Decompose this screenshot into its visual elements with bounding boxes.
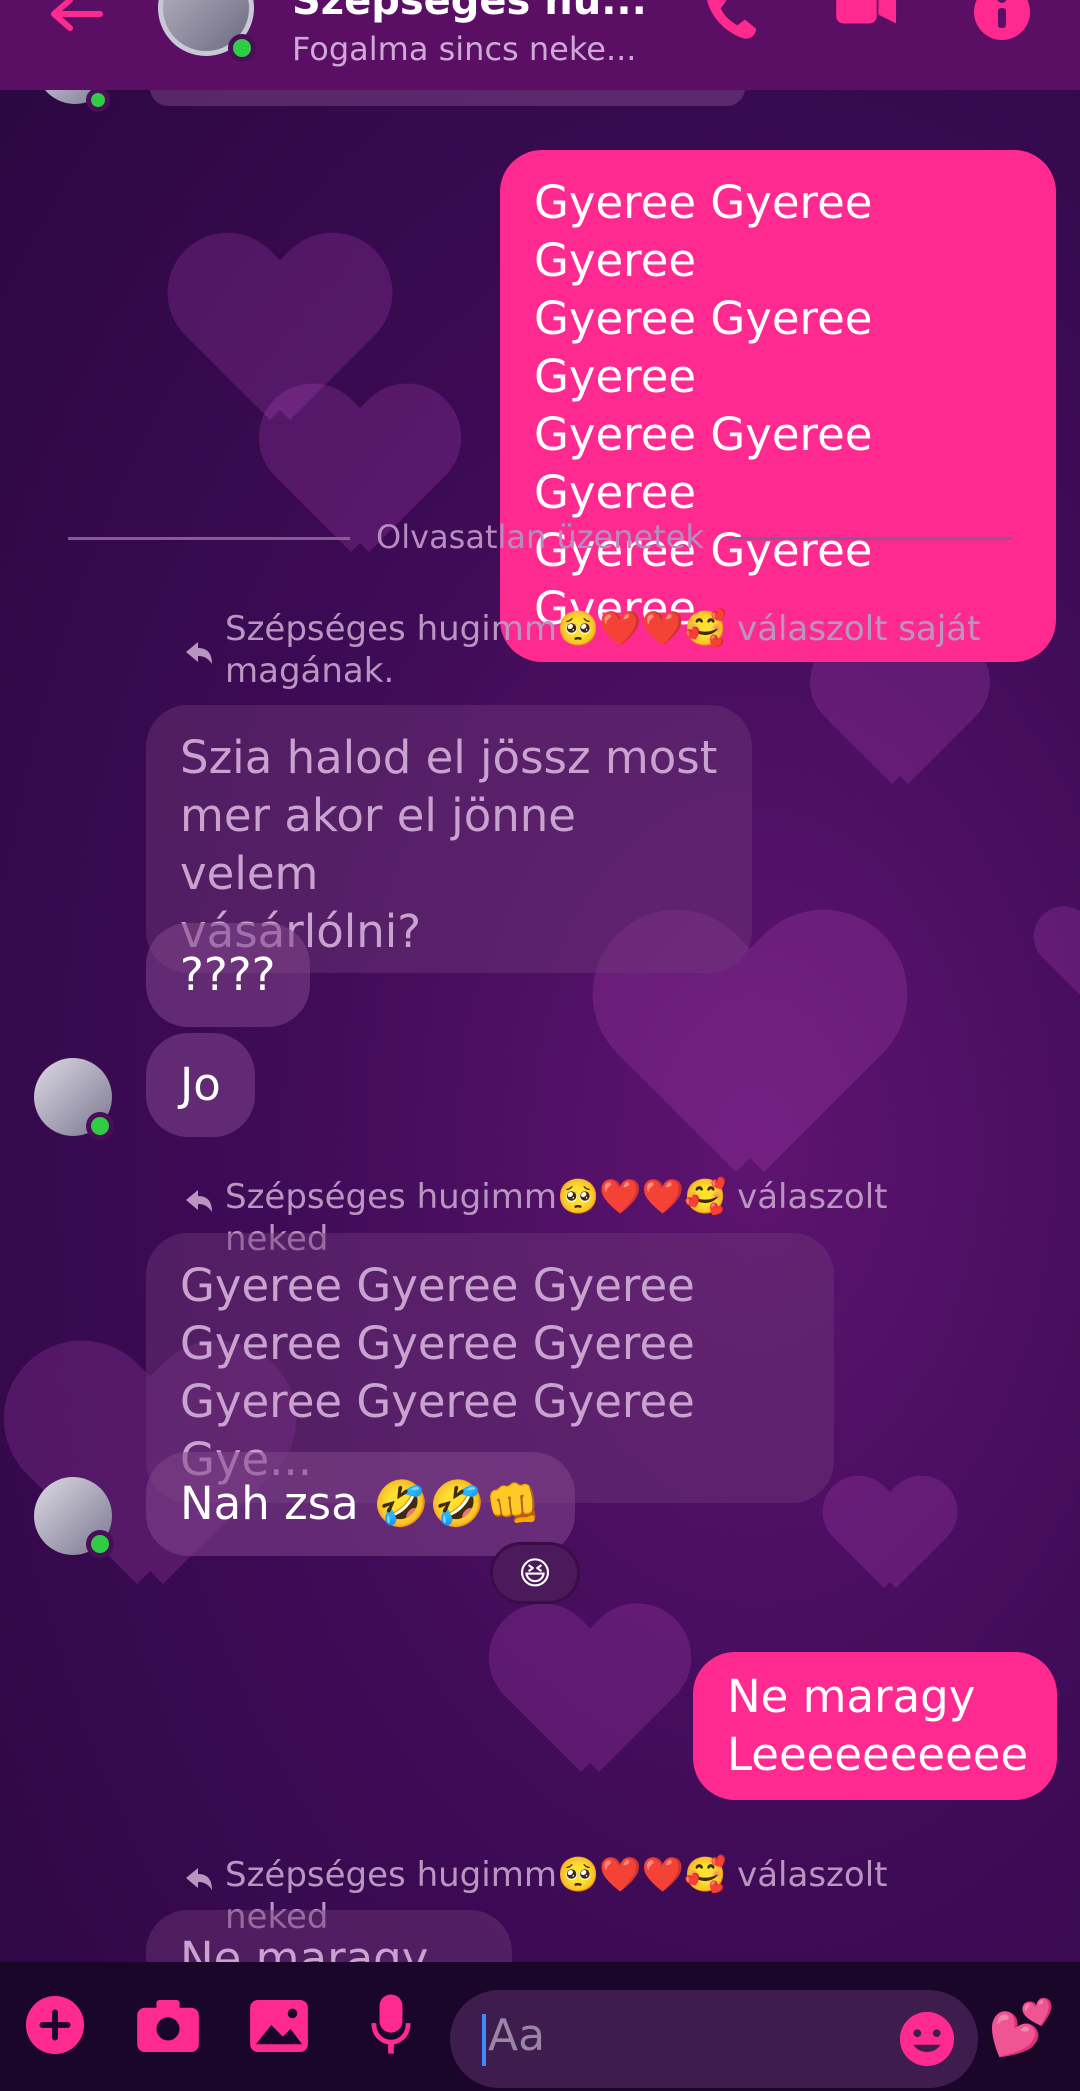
message-reaction[interactable]: 😆 [490, 1542, 580, 1604]
emoji-icon[interactable] [898, 2010, 956, 2068]
phone-icon[interactable] [700, 0, 760, 42]
message-line: Gyeree Gyeree Gyeree [534, 408, 873, 519]
outgoing-message[interactable]: Ne maragy Leeeeeeeeee [693, 1652, 1057, 1800]
message-text: Jo [180, 1058, 221, 1111]
message-input-placeholder: Aa [488, 2010, 546, 2061]
reply-arrow-icon [186, 1868, 212, 1890]
outgoing-message[interactable]: Gyeree Gyeree Gyeree Gyeree Gyeree Gyere… [500, 150, 1056, 662]
camera-icon[interactable] [136, 2000, 200, 2052]
message-line: Gyeree Gyeree Gyeree [534, 176, 873, 287]
message-line: Ne maragy [727, 1670, 976, 1723]
message-composer: Aa 💕 [0, 1962, 1080, 2091]
incoming-message[interactable]: ???? [146, 923, 310, 1027]
video-camera-icon[interactable] [832, 0, 902, 34]
message-line: Gyeree Gyeree Gyeree [534, 292, 873, 403]
online-status-dot [86, 1530, 114, 1558]
contact-status: Fogalma sincs neke... [292, 30, 637, 68]
background-heart [491, 1610, 689, 1790]
quick-like-emoji: 💕 [988, 1996, 1056, 2059]
reply-context-label: Szépséges hugimm🥺❤️❤️🥰 válaszolt saját m… [225, 609, 981, 691]
reply-arrow-icon [186, 642, 212, 664]
back-arrow-icon[interactable] [48, 0, 108, 40]
quote-line: mer akor el jönne velem [180, 789, 576, 900]
text-cursor [482, 2014, 486, 2066]
contact-name[interactable]: Szépséges hu... [292, 0, 652, 24]
previous-bubble-edge [150, 88, 745, 106]
reply-arrow-icon [186, 1190, 212, 1212]
message-text: Nah zsa 🤣🤣👊 [180, 1477, 542, 1530]
microphone-icon[interactable] [370, 1994, 412, 2056]
info-icon[interactable] [972, 0, 1032, 42]
quote-line: Szia halod el jössz most [180, 731, 718, 784]
incoming-message[interactable]: Jo [146, 1033, 255, 1137]
message-line: Leeeeeeeeee [727, 1728, 1029, 1781]
online-status-dot [86, 1112, 114, 1140]
quote-line: Gyeree Gyeree Gyeree [180, 1259, 695, 1312]
chat-header: Szépséges hu... Fogalma sincs neke... [0, 0, 1080, 90]
unread-divider-label: Olvasatlan üzenetek [376, 518, 704, 556]
plus-icon[interactable] [24, 1994, 86, 2056]
background-heart [1035, 910, 1080, 1010]
background-heart [824, 1480, 956, 1600]
heart-icon[interactable]: 💕 [988, 1998, 1055, 2058]
online-status-dot [86, 88, 110, 112]
reaction-emoji: 😆 [518, 1554, 552, 1592]
message-text: ???? [180, 948, 276, 1001]
quote-line: Ne maragy... [180, 1932, 465, 1962]
quote-line: Gyeree Gyeree Gyeree [180, 1317, 695, 1370]
image-icon[interactable] [250, 2000, 308, 2052]
quoted-message[interactable]: Ne maragy... [146, 1910, 512, 1962]
incoming-message[interactable]: Nah zsa 🤣🤣👊 [146, 1452, 576, 1556]
online-status-dot [228, 34, 256, 62]
